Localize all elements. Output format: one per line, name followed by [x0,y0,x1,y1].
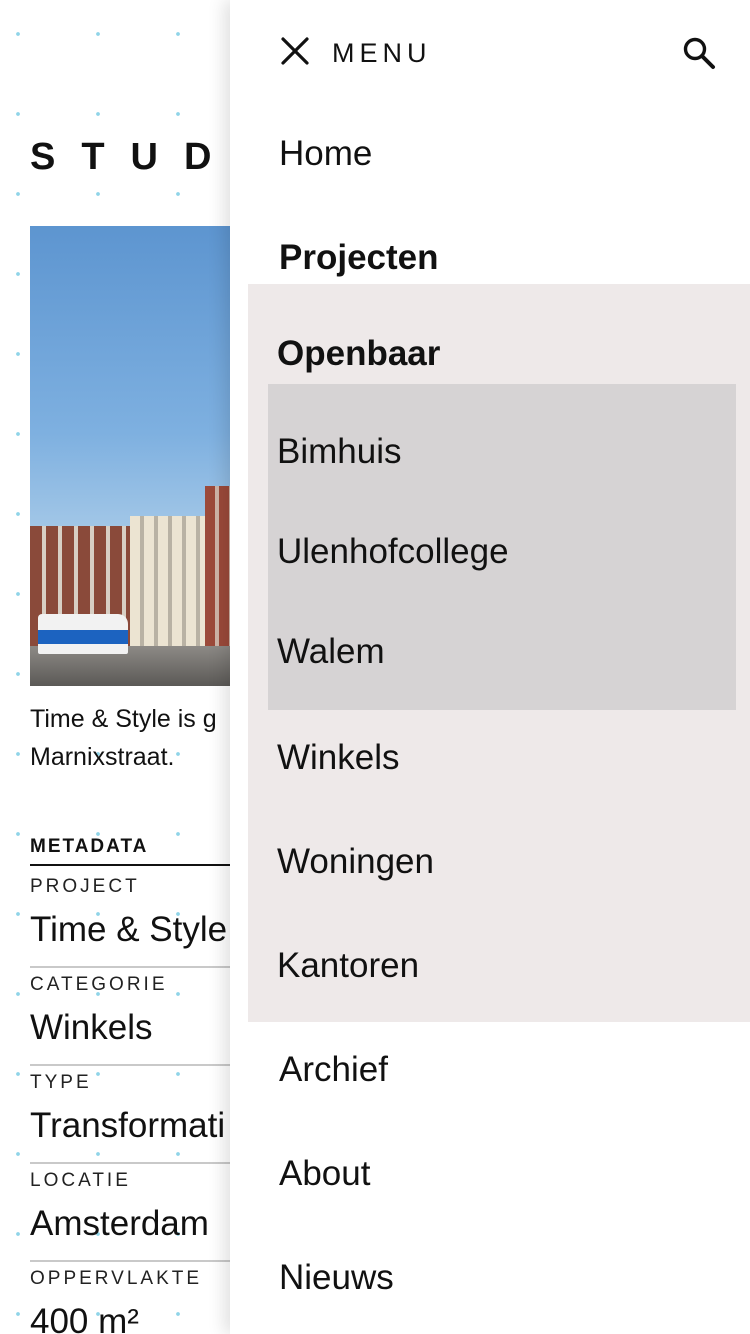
metadata-label: LOCATIE [30,1170,131,1191]
close-icon [281,37,309,65]
menu-drawer: MENU Home Projecten Openbaar Bimhuis Ule… [230,0,750,1334]
submenu-item-ulenhofcollege[interactable]: Ulenhofcollege [277,532,509,572]
submenu-item-walem[interactable]: Walem [277,632,385,672]
tram-shape [38,614,128,654]
metadata-value: Amsterdam [30,1204,209,1243]
metadata-label: TYPE [30,1072,92,1093]
search-button[interactable] [680,34,720,74]
search-icon [683,37,715,69]
nav-item-home[interactable]: Home [279,134,372,174]
caption-line-2: Marnixstraat. [30,743,175,771]
metadata-value: Time & Style [30,910,228,949]
submenu-item-winkels[interactable]: Winkels [277,738,400,778]
metadata-label: OPPERVLAKTE [30,1268,203,1289]
submenu-item-kantoren[interactable]: Kantoren [277,946,419,986]
metadata-value[interactable]: Winkels [30,1008,153,1048]
submenu-item-bimhuis[interactable]: Bimhuis [277,432,401,472]
metadata-value: 400 m² [30,1302,139,1334]
nav-item-archief[interactable]: Archief [279,1050,388,1090]
nav-item-about[interactable]: About [279,1154,370,1194]
close-menu-button[interactable] [278,34,312,68]
submenu-item-openbaar[interactable]: Openbaar [277,334,440,374]
openbaar-submenu: Bimhuis Ulenhofcollege Walem [268,384,736,710]
caption-line-1: Time & Style is g [30,705,217,733]
menu-title: MENU [332,38,432,68]
submenu-item-woningen[interactable]: Woningen [277,842,434,882]
metadata-value: Transformati [30,1106,226,1145]
drawer-header: MENU [230,0,750,110]
projecten-submenu: Openbaar Bimhuis Ulenhofcollege Walem Wi… [248,284,750,1022]
nav-item-nieuws[interactable]: Nieuws [279,1258,394,1298]
nav-item-projecten[interactable]: Projecten [279,238,439,278]
metadata-label: PROJECT [30,876,140,897]
metadata-label: CATEGORIE [30,974,168,995]
